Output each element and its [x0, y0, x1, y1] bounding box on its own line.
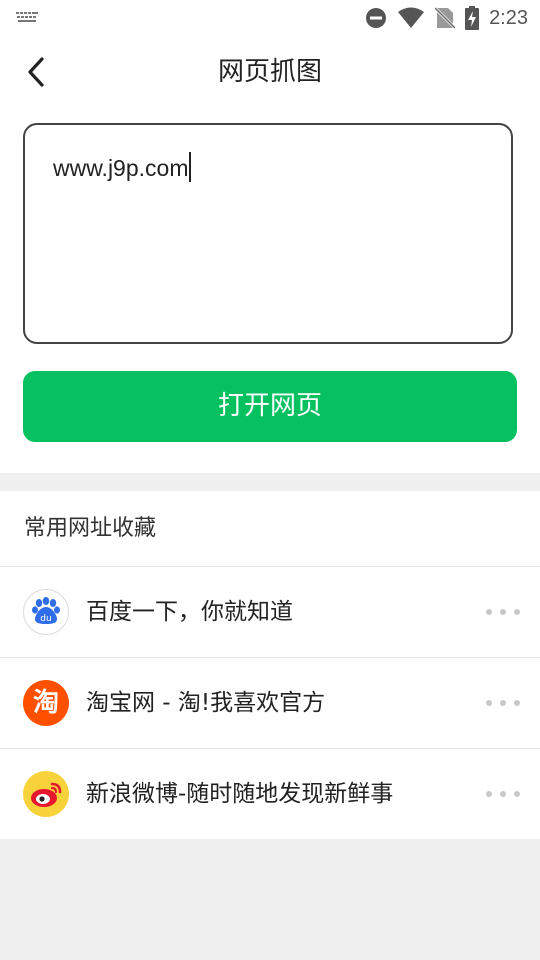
do-not-disturb-icon: [366, 8, 387, 28]
url-input-text: www.j9p.com: [53, 155, 189, 182]
more-dots-icon[interactable]: [486, 784, 520, 804]
list-item-label: 新浪微博-随时随地发现新鲜事: [86, 781, 394, 807]
url-input-value[interactable]: www.j9p.com: [53, 152, 192, 185]
list-item-baidu[interactable]: du 百度一下，你就知道: [0, 566, 540, 657]
more-dots-icon[interactable]: [486, 602, 520, 622]
battery-charging-icon: [465, 6, 480, 30]
taobao-icon: 淘: [23, 680, 69, 726]
baidu-paw-icon: du: [23, 589, 69, 635]
no-sim-icon: [435, 6, 456, 30]
svg-text:du: du: [40, 614, 51, 624]
top-panel: 网页抓图 www.j9p.com 打开网页: [0, 36, 540, 473]
taobao-icon-text: 淘: [32, 688, 59, 718]
status-time: 2:23: [489, 7, 528, 29]
url-input[interactable]: www.j9p.com: [23, 123, 513, 344]
favorites-panel: 常用网址收藏 du 百度一下，你就知道 淘 淘宝网 - 淘!我喜欢官方 新浪微博…: [0, 491, 540, 839]
list-item-weibo[interactable]: 新浪微博-随时随地发现新鲜事: [0, 748, 540, 839]
favorites-list: du 百度一下，你就知道 淘 淘宝网 - 淘!我喜欢官方 新浪微博-随时随地发现…: [0, 566, 540, 839]
list-item-label: 百度一下，你就知道: [86, 599, 293, 625]
list-item-label: 淘宝网 - 淘!我喜欢官方: [86, 690, 326, 716]
favorites-title: 常用网址收藏: [24, 516, 157, 541]
wifi-icon: [398, 7, 425, 28]
list-item-taobao[interactable]: 淘 淘宝网 - 淘!我喜欢官方: [0, 657, 540, 748]
open-webpage-button[interactable]: 打开网页: [23, 371, 517, 442]
status-bar: 2:23: [0, 0, 540, 36]
text-caret: [189, 152, 192, 182]
more-dots-icon[interactable]: [486, 693, 520, 713]
page-title: 网页抓图: [217, 57, 322, 87]
keyboard-icon: [16, 12, 38, 22]
weibo-icon: [23, 771, 69, 817]
